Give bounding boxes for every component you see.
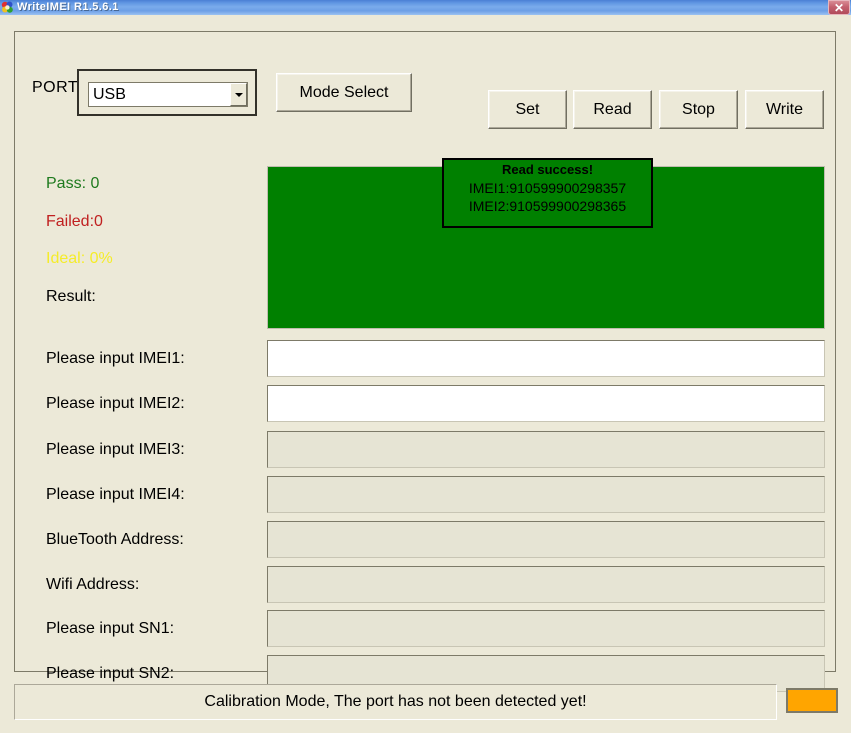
- status-indicator-lamp: [786, 688, 838, 713]
- app-logo-icon: [1, 1, 14, 14]
- status-message: Calibration Mode, The port has not been …: [14, 684, 777, 720]
- mode-select-button[interactable]: Mode Select: [276, 73, 412, 112]
- port-combo-focus-frame: USB: [77, 69, 257, 116]
- stop-button[interactable]: Stop: [659, 90, 738, 129]
- status-bar: Calibration Mode, The port has not been …: [14, 684, 838, 720]
- read-success-popup[interactable]: Read success! IMEI1:910599900298357 IMEI…: [442, 158, 653, 228]
- ideal-percent-label: Ideal: 0%: [46, 250, 113, 267]
- popup-title: Read success!: [501, 162, 594, 177]
- popup-imei1-line: IMEI1:910599900298357: [468, 180, 627, 196]
- chevron-down-icon[interactable]: [230, 83, 247, 106]
- label-imei2: Please input IMEI2:: [46, 395, 185, 412]
- input-imei1[interactable]: [267, 340, 825, 377]
- window-body: PORT USB Mode Select Set Read Stop Write…: [0, 15, 851, 733]
- port-label: PORT: [32, 79, 79, 96]
- label-imei3: Please input IMEI3:: [46, 441, 185, 458]
- main-panel: PORT USB Mode Select Set Read Stop Write…: [14, 31, 836, 692]
- input-wifi-address: [267, 566, 825, 603]
- input-imei3: [267, 431, 825, 468]
- label-sn2: Please input SN2:: [46, 665, 175, 682]
- window-title: WriteIMEI R1.5.6.1: [17, 1, 119, 13]
- port-select[interactable]: USB: [88, 82, 248, 107]
- popup-imei2-line: IMEI2:910599900298365: [468, 198, 627, 214]
- failed-count-label: Failed:0: [46, 213, 103, 230]
- input-imei4: [267, 476, 825, 513]
- port-select-value: USB: [93, 85, 126, 103]
- read-button[interactable]: Read: [573, 90, 652, 129]
- label-sn1: Please input SN1:: [46, 620, 175, 637]
- label-imei1: Please input IMEI1:: [46, 350, 185, 367]
- set-button[interactable]: Set: [488, 90, 567, 129]
- result-label: Result:: [46, 288, 96, 305]
- input-sn1: [267, 610, 825, 647]
- input-bluetooth-address: [267, 521, 825, 558]
- pass-count-label: Pass: 0: [46, 175, 100, 192]
- title-bar[interactable]: WriteIMEI R1.5.6.1 ✕: [0, 0, 851, 15]
- label-imei4: Please input IMEI4:: [46, 486, 185, 503]
- input-imei2[interactable]: [267, 385, 825, 422]
- label-wifi-address: Wifi Address:: [46, 576, 140, 593]
- write-button[interactable]: Write: [745, 90, 824, 129]
- close-icon[interactable]: ✕: [828, 0, 850, 15]
- label-bluetooth-address: BlueTooth Address:: [46, 531, 184, 548]
